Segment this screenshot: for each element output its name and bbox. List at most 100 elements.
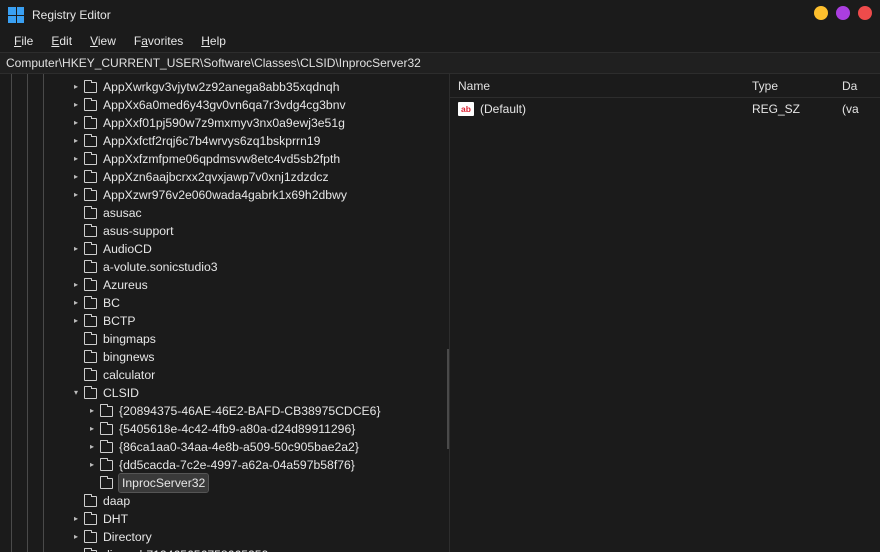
tree-node[interactable]: ▸ AppXxfzmfpme06qpdmsvw8etc4vd5sb2fpth [0, 150, 449, 168]
tree-node[interactable]: ▸{86ca1aa0-34aa-4e8b-a509-50c905bae2a2} [0, 438, 449, 456]
tree-node-label: asus-support [103, 222, 173, 240]
tree-node-label: AppXx6a0med6y43gv0vn6qa7r3vdg4cg3bnv [103, 96, 346, 114]
tree-node-label: discord-712465656758665259 [103, 546, 268, 552]
tree-node-label: AppXzn6aajbcrxx2qvxjawp7v0xnj1zdzdcz [103, 168, 329, 186]
tree-node-label: {dd5cacda-7c2e-4997-a62a-04a597b58f76} [119, 456, 355, 474]
tree-node[interactable]: ▸ {dd5cacda-7c2e-4997-a62a-04a597b58f76} [0, 456, 449, 474]
value-name: (Default) [480, 102, 752, 116]
chevron-right-icon[interactable]: ▸ [86, 438, 98, 456]
scrollbar-vertical[interactable] [447, 349, 449, 449]
chevron-right-icon[interactable]: ▸ [70, 96, 82, 114]
address-bar[interactable]: Computer\HKEY_CURRENT_USER\Software\Clas… [0, 52, 880, 74]
tree-node-label: BC [103, 294, 120, 312]
value-type: REG_SZ [752, 102, 842, 116]
content-area: ▸AppXwrkgv3vjytw2z92anega8abb35xqdnqh▸Ap… [0, 74, 880, 552]
folder-icon [84, 118, 97, 129]
tree-node-label: bingnews [103, 348, 155, 366]
chevron-right-icon[interactable]: ▸ [86, 402, 98, 420]
string-value-icon: ab [458, 102, 474, 116]
tree-node[interactable]: ▾CLSID [0, 384, 449, 402]
folder-icon [84, 226, 97, 237]
tree-node[interactable]: ▸AppXwrkgv3vjytw2z92anega8abb35xqdnqh [0, 78, 449, 96]
tree-node[interactable]: ▸AppXxfctf2rqj6c7b4wrvys6zq1bskprrn19 [0, 132, 449, 150]
menu-help[interactable]: Help [193, 32, 234, 50]
tree-node-label: a-volute.sonicstudio3 [103, 258, 218, 276]
tree-node-label: daap [103, 492, 130, 510]
tree-node[interactable]: ▸daap [0, 492, 449, 510]
tree-pane[interactable]: ▸AppXwrkgv3vjytw2z92anega8abb35xqdnqh▸Ap… [0, 74, 450, 552]
folder-icon [84, 172, 97, 183]
tree-node-label: AppXxfzmfpme06qpdmsvw8etc4vd5sb2fpth [103, 150, 340, 168]
chevron-right-icon[interactable]: ▸ [70, 114, 82, 132]
column-header-data[interactable]: Da [842, 79, 872, 93]
chevron-down-icon[interactable]: ▾ [70, 384, 82, 402]
tree-node-label: InprocServer32 [119, 474, 208, 492]
chevron-right-icon[interactable]: ▸ [70, 168, 82, 186]
folder-icon [84, 154, 97, 165]
tree-node[interactable]: ▸DHT [0, 510, 449, 528]
menu-file[interactable]: File [6, 32, 41, 50]
chevron-right-icon[interactable]: ▸ [70, 312, 82, 330]
value-data: (va [842, 102, 872, 116]
tree-node[interactable]: ▸ AppXx6a0med6y43gv0vn6qa7r3vdg4cg3bnv [0, 96, 449, 114]
close-button[interactable] [858, 6, 872, 20]
chevron-right-icon[interactable]: ▸ [86, 420, 98, 438]
chevron-right-icon[interactable]: ▸ [70, 240, 82, 258]
chevron-right-icon[interactable]: ▸ [70, 528, 82, 546]
tree-node[interactable]: ▸bingmaps [0, 330, 449, 348]
tree-node[interactable]: ▸ AppXxf01pj590w7z9mxmyv3nx0a9ewj3e51g [0, 114, 449, 132]
tree-node-label: AudioCD [103, 240, 152, 258]
chevron-right-icon[interactable]: ▸ [70, 294, 82, 312]
tree-node-label: AppXzwr976v2e060wada4gabrk1x69h2dbwy [103, 186, 347, 204]
minimize-button[interactable] [814, 6, 828, 20]
chevron-right-icon[interactable]: ▸ [70, 186, 82, 204]
folder-icon [84, 82, 97, 93]
window-controls [814, 6, 872, 20]
tree-node[interactable]: ▸ BC [0, 294, 449, 312]
tree-node[interactable]: ▸{5405618e-4c42-4fb9-a80a-d24d89911296} [0, 420, 449, 438]
tree-node[interactable]: ▸BCTP [0, 312, 449, 330]
chevron-right-icon[interactable]: ▸ [70, 510, 82, 528]
folder-icon [84, 262, 97, 273]
chevron-right-icon[interactable]: ▸ [70, 546, 82, 552]
titlebar: Registry Editor [0, 0, 880, 30]
chevron-right-icon[interactable]: ▸ [86, 456, 98, 474]
tree-node[interactable]: ▸a-volute.sonicstudio3 [0, 258, 449, 276]
folder-icon [84, 190, 97, 201]
tree-node[interactable]: ▸ AudioCD [0, 240, 449, 258]
tree-node[interactable]: ▸asusac [0, 204, 449, 222]
maximize-button[interactable] [836, 6, 850, 20]
tree-node[interactable]: ▸{20894375-46AE-46E2-BAFD-CB38975CDCE6} [0, 402, 449, 420]
tree-node[interactable]: ▸Directory [0, 528, 449, 546]
column-header-type[interactable]: Type [752, 79, 842, 93]
menu-favorites[interactable]: Favorites [126, 32, 191, 50]
folder-icon [84, 514, 97, 525]
chevron-right-icon[interactable]: ▸ [70, 276, 82, 294]
folder-icon [84, 334, 97, 345]
tree-node[interactable]: ▸Azureus [0, 276, 449, 294]
tree-node[interactable]: ▸InprocServer32 [0, 474, 449, 492]
tree-node[interactable]: ▸ AppXzn6aajbcrxx2qvxjawp7v0xnj1zdzdcz [0, 168, 449, 186]
folder-icon [84, 370, 97, 381]
menu-view[interactable]: View [82, 32, 124, 50]
folder-icon [84, 298, 97, 309]
window-title: Registry Editor [32, 8, 111, 22]
chevron-right-icon[interactable]: ▸ [70, 132, 82, 150]
folder-icon [84, 352, 97, 363]
tree-node[interactable]: ▸ AppXzwr976v2e060wada4gabrk1x69h2dbwy [0, 186, 449, 204]
tree-node-label: asusac [103, 204, 142, 222]
chevron-right-icon[interactable]: ▸ [70, 150, 82, 168]
folder-icon [84, 208, 97, 219]
app-icon [8, 7, 24, 23]
tree-node[interactable]: ▸asus-support [0, 222, 449, 240]
value-row[interactable]: ab (Default) REG_SZ (va [450, 98, 880, 120]
menu-edit[interactable]: Edit [43, 32, 80, 50]
tree-node[interactable]: ▸calculator [0, 366, 449, 384]
tree-node[interactable]: ▸ discord-712465656758665259 [0, 546, 449, 552]
column-header-name[interactable]: Name [458, 79, 752, 93]
chevron-right-icon[interactable]: ▸ [70, 78, 82, 96]
tree-node-label: AppXxf01pj590w7z9mxmyv3nx0a9ewj3e51g [103, 114, 345, 132]
folder-icon [84, 100, 97, 111]
folder-icon [100, 478, 113, 489]
tree-node[interactable]: ▸bingnews [0, 348, 449, 366]
